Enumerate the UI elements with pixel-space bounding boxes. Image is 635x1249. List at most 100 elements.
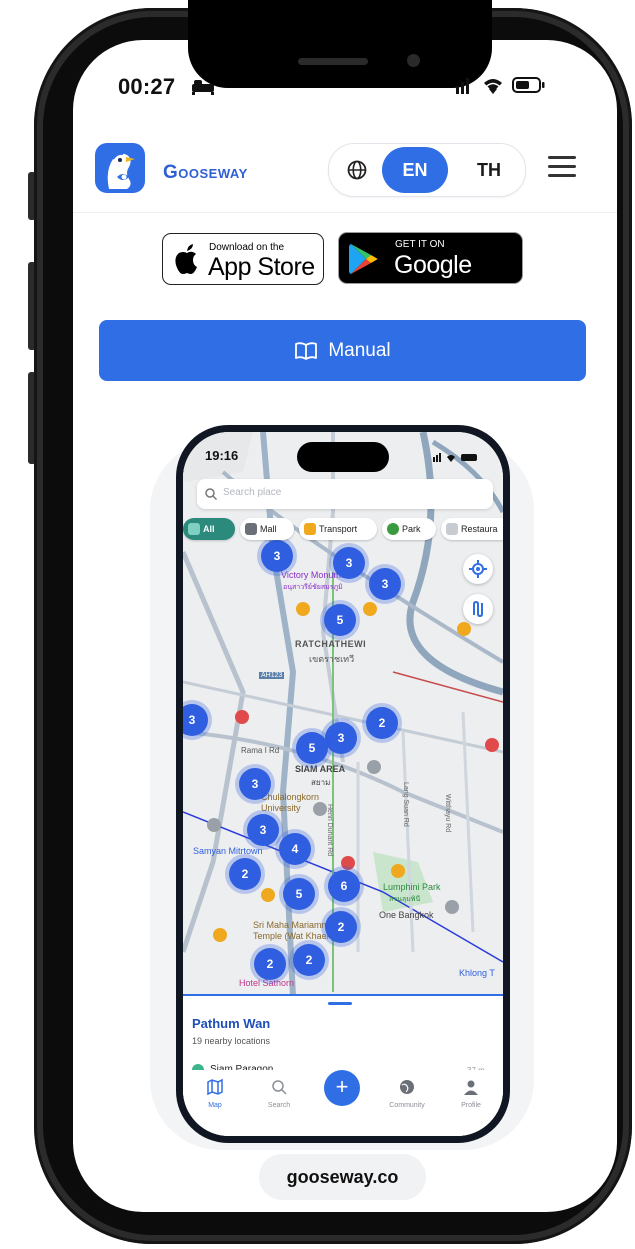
chip-all[interactable]: All [183, 518, 235, 540]
google-badge-big-text: Google Play [394, 251, 472, 308]
website-url-pill[interactable]: gooseway.co [259, 1154, 426, 1200]
tab-community-label: Community [389, 1102, 425, 1109]
map-cluster[interactable]: 2 [229, 858, 261, 890]
poi-pin-place[interactable] [207, 818, 221, 832]
chip-transport[interactable]: Transport [299, 518, 377, 540]
map-cluster[interactable]: 5 [324, 604, 356, 636]
map-icon [185, 1078, 245, 1102]
map-label-ah123: AH123 [259, 672, 285, 679]
search-icon [205, 488, 218, 501]
poi-pin-mall[interactable] [457, 622, 471, 636]
search-placeholder: Search place [223, 487, 282, 498]
poi-pin-hospital[interactable] [341, 856, 355, 870]
map-cluster[interactable]: 2 [325, 911, 357, 943]
apple-badge-small-text: Download on the [209, 242, 285, 253]
route-icon [473, 600, 483, 618]
poi-pin-hospital[interactable] [235, 710, 249, 724]
sheet-subtitle: 19 nearby locations [192, 1036, 271, 1046]
globe-icon[interactable] [341, 154, 373, 186]
book-icon [295, 341, 318, 360]
sleep-mode-icon [190, 76, 216, 101]
map-cluster[interactable]: 6 [328, 870, 360, 902]
gooseway-logo[interactable] [95, 143, 145, 193]
poi-pin-place[interactable] [367, 760, 381, 774]
language-switcher: EN TH [328, 143, 526, 197]
map-label-siam-th: สยาม [311, 778, 331, 787]
map-label-siam: SIAM AREA [295, 764, 346, 774]
poi-pin-temple[interactable] [261, 888, 275, 902]
map-label-ratchathewi: RATCHATHEWI [295, 639, 367, 649]
map-cluster[interactable]: 3 [247, 814, 279, 846]
map-label-lumphini-th: สวนลุมพินี [389, 896, 421, 903]
map-label-henri: Henri Dunant Rd [326, 804, 333, 857]
menu-icon[interactable] [548, 156, 576, 178]
profile-icon [441, 1078, 501, 1102]
map-cluster[interactable]: 3 [333, 547, 365, 579]
google-play-icon [349, 244, 378, 274]
manual-label: Manual [328, 339, 391, 361]
map-cluster[interactable]: 3 [239, 768, 271, 800]
bus-icon [304, 523, 316, 535]
app-store-badge[interactable]: Download on the App Store [162, 233, 324, 285]
tab-search[interactable]: Search [249, 1078, 309, 1109]
chip-all-label: All [203, 524, 215, 534]
restaurant-icon [446, 523, 458, 535]
wifi-icon [480, 74, 506, 101]
map-cluster[interactable]: 3 [261, 540, 293, 572]
tab-map-label: Map [208, 1102, 222, 1109]
poi-pin-mall[interactable] [363, 602, 377, 616]
manual-button[interactable]: Manual [99, 320, 586, 381]
map-cluster[interactable]: 5 [283, 878, 315, 910]
language-th-button[interactable]: TH [459, 147, 519, 193]
poi-pin-place[interactable] [313, 802, 327, 816]
poi-pin-hospital[interactable] [485, 738, 499, 752]
map-label-lumphini: Lumphini Park [383, 882, 441, 892]
apple-badge-big-text: App Store [208, 253, 315, 281]
map-cluster[interactable]: 2 [293, 944, 325, 976]
mockup-search-bar[interactable]: Search place [197, 479, 493, 509]
map-cluster[interactable]: 5 [296, 732, 328, 764]
map-label-witthayu: Witthayu Rd [444, 794, 451, 833]
mall-icon [245, 523, 257, 535]
notch [188, 0, 492, 88]
poi-pin-mall[interactable] [296, 602, 310, 616]
chip-restaurant[interactable]: Restaura [441, 518, 503, 540]
language-en-button[interactable]: EN [382, 147, 448, 193]
mockup-status-time: 19:16 [205, 448, 239, 463]
map-label-samyan: Samyan Mitrtown [193, 846, 263, 856]
tab-profile[interactable]: Profile [441, 1078, 501, 1109]
speaker-grille [298, 58, 368, 65]
map-cluster[interactable]: 3 [369, 568, 401, 600]
map-cluster[interactable]: 3 [325, 722, 357, 754]
chip-restaurant-label: Restaura [461, 524, 498, 534]
chip-mall[interactable]: Mall [240, 518, 294, 540]
tab-map[interactable]: Map [185, 1078, 245, 1109]
chip-park[interactable]: Park [382, 518, 436, 540]
map-label-ratchathewi-th: เขตราชเทวี [309, 654, 355, 664]
map-cluster[interactable]: 2 [366, 707, 398, 739]
add-button[interactable]: + [324, 1070, 360, 1106]
poi-pin-park[interactable] [391, 864, 405, 878]
poi-pin-temple[interactable] [213, 928, 227, 942]
grid-icon [188, 523, 200, 535]
globe-icon [377, 1078, 437, 1102]
battery-icon [512, 76, 546, 99]
poi-pin-place[interactable] [445, 900, 459, 914]
tab-community[interactable]: Community [377, 1078, 437, 1109]
sheet-handle[interactable] [328, 1002, 352, 1005]
chip-park-label: Park [402, 524, 421, 534]
map-cluster[interactable]: 4 [279, 833, 311, 865]
map-label-khlong: Khlong T [459, 968, 495, 978]
tab-search-label: Search [267, 1102, 291, 1109]
search-icon [249, 1078, 309, 1102]
front-camera [407, 54, 420, 67]
locate-me-button[interactable] [463, 554, 493, 584]
route-button[interactable] [463, 594, 493, 624]
map-label-langsuan: Lang Suan Rd [402, 782, 409, 827]
map-cluster[interactable]: 2 [254, 948, 286, 980]
cellular-signal-icon [456, 76, 470, 99]
map-label-onebkk: One Bangkok [379, 910, 434, 920]
google-play-badge[interactable]: GET IT ON Google Play [338, 232, 523, 308]
google-badge-small-text: GET IT ON [395, 239, 445, 250]
brand-name: Gooseway [163, 162, 248, 183]
